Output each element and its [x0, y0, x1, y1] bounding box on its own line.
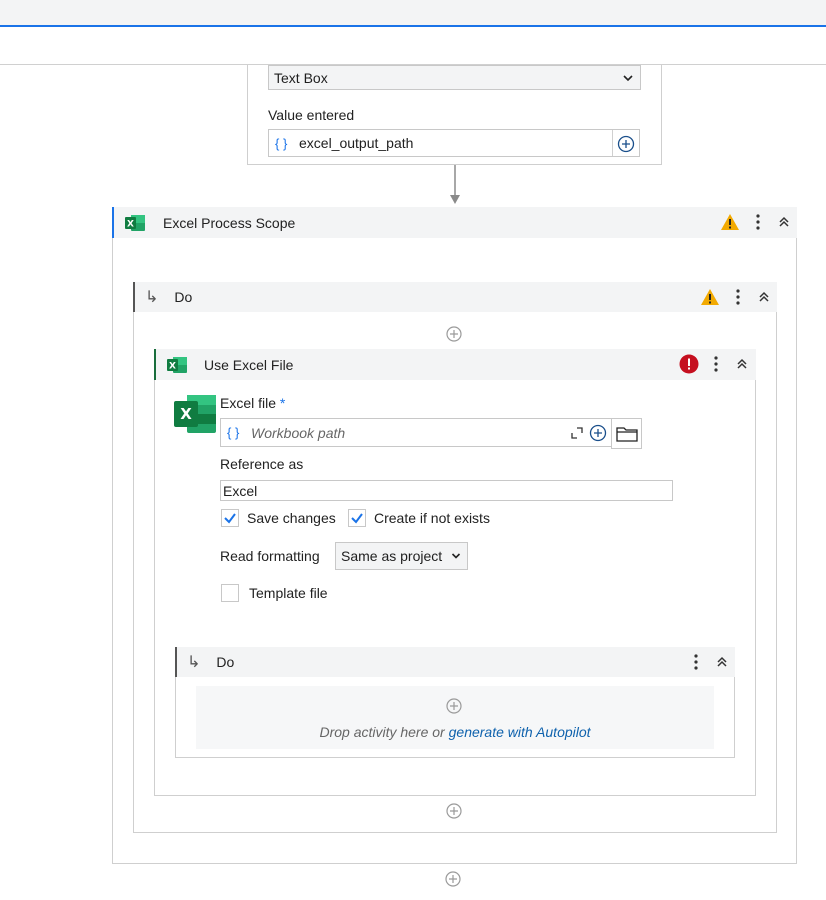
value-entered-label: Value entered: [268, 107, 355, 123]
checkmark-icon[interactable]: [221, 509, 239, 527]
create-if-not-exists-option[interactable]: Create if not exists: [348, 509, 490, 527]
excel-process-scope-card: X Excel Process Scope ↳ Do X Use Excel F…: [112, 207, 797, 864]
do-inner-title: Do: [216, 654, 235, 670]
braces-icon: { }: [275, 135, 288, 151]
use-excel-file-header[interactable]: X Use Excel File: [154, 349, 756, 380]
braces-icon: { }: [227, 425, 240, 440]
top-toolbar: [0, 0, 826, 27]
workbook-path-placeholder: Workbook path: [251, 424, 346, 441]
collapse-icon[interactable]: [776, 213, 792, 231]
svg-text:X: X: [127, 219, 134, 229]
more-options-icon[interactable]: [750, 213, 766, 231]
reference-as-label: Reference as: [220, 456, 304, 472]
more-options-icon[interactable]: [708, 355, 724, 373]
expand-icon[interactable]: [571, 427, 583, 439]
reference-as-input[interactable]: Excel: [220, 480, 673, 501]
add-activity-icon[interactable]: [446, 698, 462, 714]
excel-small-icon: X: [167, 356, 187, 373]
required-mark: *: [279, 395, 286, 411]
read-formatting-value: Same as project: [341, 548, 443, 564]
drop-zone[interactable]: Drop activity here or generate with Auto…: [196, 686, 714, 749]
branch-arrow-icon: ↳: [187, 654, 201, 671]
input-type-select-value: Text Box: [274, 69, 328, 86]
warning-icon: [701, 289, 719, 305]
more-options-icon[interactable]: [688, 653, 704, 671]
use-excel-file-card: X Use Excel File X Excel file * {} Work…: [154, 349, 756, 796]
more-options-icon[interactable]: [730, 288, 746, 306]
browse-folder-button[interactable]: [611, 418, 642, 449]
value-add-divider: [612, 130, 613, 156]
chevron-down-icon: [451, 553, 461, 559]
do-inner-sequence: ↳ Do Drop activity here or generate with…: [175, 647, 735, 758]
chevron-down-icon: [623, 75, 633, 82]
excel-large-icon: X: [174, 395, 216, 433]
add-activity-icon[interactable]: [445, 871, 461, 887]
workbook-path-input[interactable]: { } Workbook path: [220, 418, 642, 449]
excel-process-scope-header[interactable]: X Excel Process Scope: [112, 207, 797, 238]
save-changes-option[interactable]: Save changes: [221, 509, 336, 527]
collapse-icon[interactable]: [714, 653, 730, 671]
sub-toolbar: [0, 29, 826, 65]
value-entered-text: excel_output_path: [299, 135, 414, 151]
do-outer-sequence: ↳ Do X Use Excel File X Excel file * {}…: [133, 282, 777, 833]
svg-text:X: X: [169, 361, 176, 371]
svg-text:X: X: [180, 405, 192, 423]
collapse-icon[interactable]: [734, 355, 750, 373]
excel-file-label: Excel file *: [220, 395, 286, 411]
template-file-option[interactable]: Template file: [221, 584, 328, 602]
reference-as-value: Excel: [223, 482, 258, 499]
generate-with-autopilot-link[interactable]: generate with Autopilot: [449, 724, 591, 740]
plus-circle-icon[interactable]: [617, 135, 635, 153]
read-formatting-label: Read formatting: [220, 548, 320, 564]
checkmark-icon[interactable]: [348, 509, 366, 527]
save-changes-label: Save changes: [247, 510, 336, 526]
read-formatting-select[interactable]: Same as project: [335, 542, 468, 570]
drop-zone-prefix: Drop activity here or: [319, 724, 449, 740]
input-type-select[interactable]: Text Box: [268, 65, 641, 90]
branch-arrow-icon: ↳: [145, 289, 159, 306]
value-entered-field[interactable]: { } excel_output_path: [268, 129, 640, 157]
collapse-icon[interactable]: [756, 288, 772, 306]
add-activity-icon[interactable]: [446, 803, 462, 819]
warning-icon: [721, 214, 739, 230]
error-icon: [679, 354, 699, 374]
add-activity-icon[interactable]: [446, 326, 462, 342]
template-file-label: Template file: [249, 585, 328, 601]
do-outer-header[interactable]: ↳ Do: [133, 282, 777, 312]
do-outer-title: Do: [174, 289, 193, 305]
template-file-checkbox[interactable]: [221, 584, 239, 602]
create-if-not-exists-label: Create if not exists: [374, 510, 490, 526]
previous-activity-card: Text Box Value entered { } excel_output_…: [247, 65, 662, 165]
do-inner-header[interactable]: ↳ Do: [175, 647, 735, 677]
excel-process-scope-title: Excel Process Scope: [163, 214, 296, 231]
excel-small-icon: X: [125, 214, 145, 231]
connector-arrow: [450, 165, 460, 204]
drop-zone-text: Drop activity here or generate with Auto…: [196, 724, 714, 740]
plus-circle-icon[interactable]: [589, 424, 607, 442]
folder-icon: [615, 426, 638, 442]
use-excel-file-title: Use Excel File: [204, 356, 294, 373]
